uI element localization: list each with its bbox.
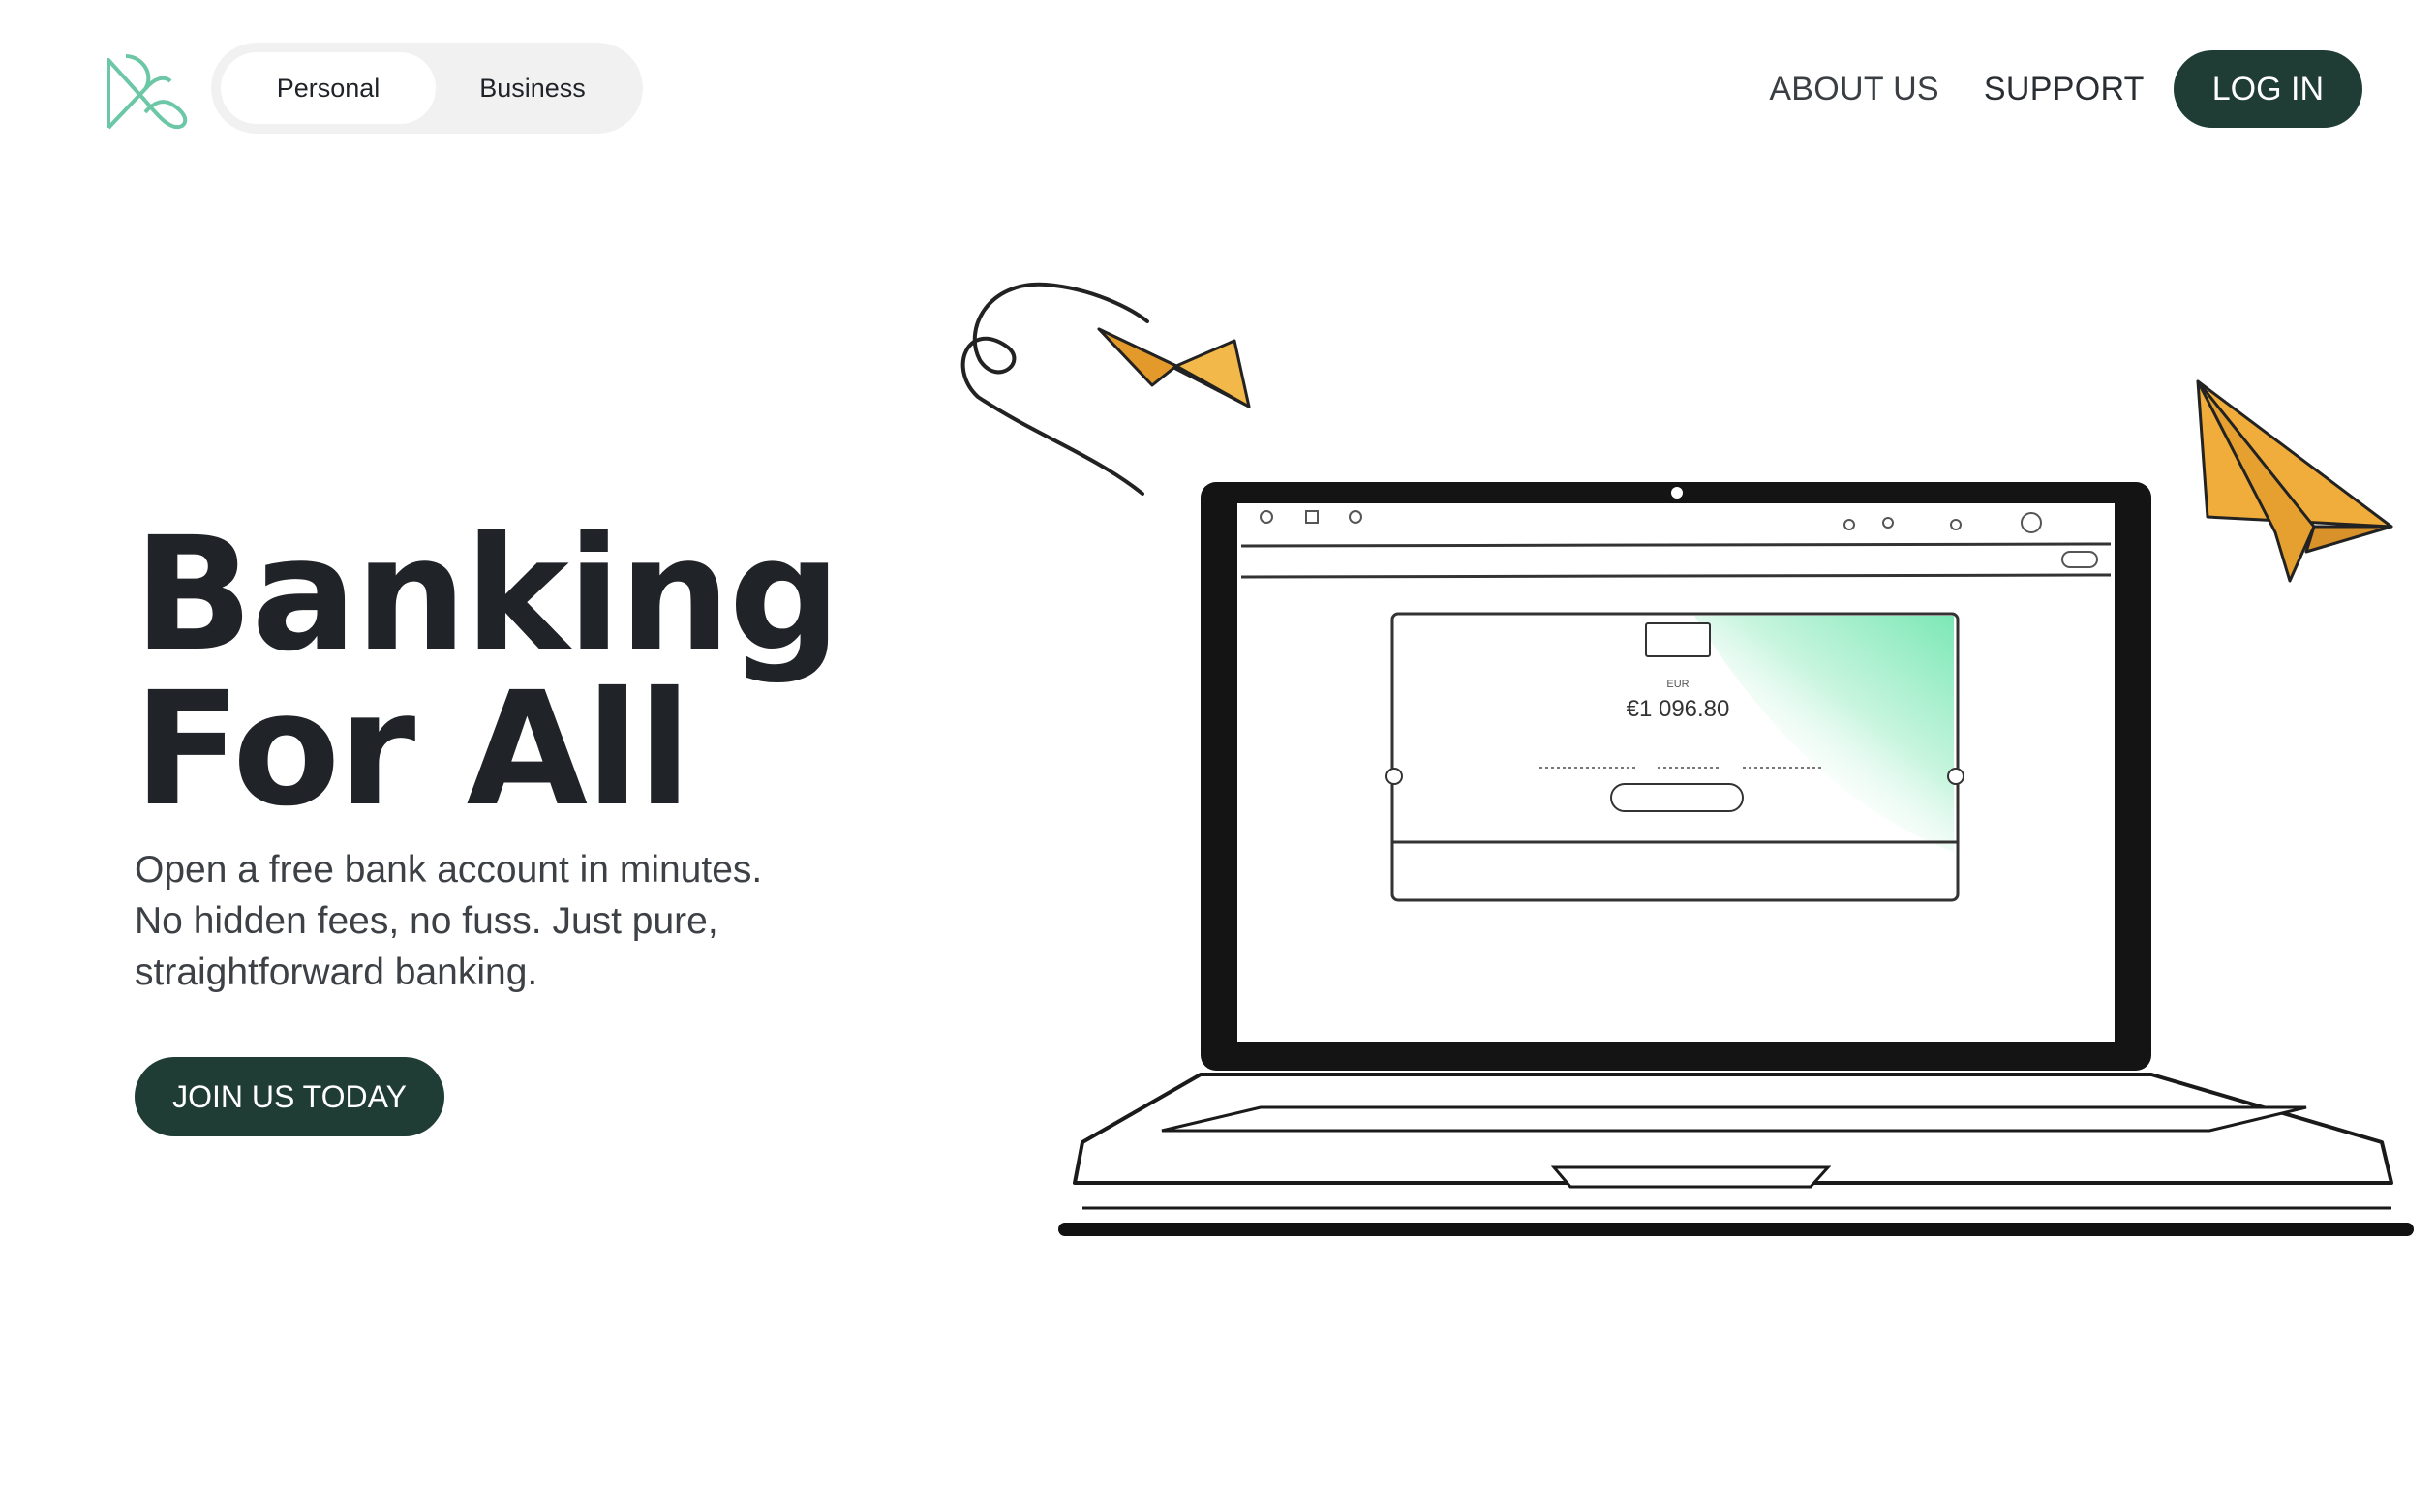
hero-subtitle: Open a free bank account in minutes. No …	[135, 844, 870, 998]
laptop-illustration: EUR €1 096.80	[959, 271, 2436, 1287]
screen-balance: €1 096.80	[1627, 696, 1730, 722]
business-tab[interactable]: Business	[436, 52, 629, 124]
paper-plane-small-icon	[960, 282, 1251, 496]
personal-tab[interactable]: Personal	[221, 52, 436, 124]
hero-subtitle-line-3: straightforward banking.	[135, 952, 538, 993]
login-button[interactable]: LOG IN	[2173, 50, 2362, 128]
paper-plane-large-icon	[2196, 379, 2393, 583]
brand-logo-icon[interactable]	[103, 50, 188, 136]
hero-title: Banking For All	[134, 504, 841, 841]
hero-title-line-2: For All	[134, 659, 691, 841]
hero-title-line-1: Banking	[134, 504, 841, 686]
account-type-toggle[interactable]: Personal Business	[211, 43, 643, 134]
about-us-link[interactable]: ABOUT US	[1769, 71, 1939, 108]
top-nav: ABOUT US SUPPORT LOG IN	[1769, 50, 2362, 128]
support-link[interactable]: SUPPORT	[1984, 71, 2145, 108]
join-us-button[interactable]: JOIN US TODAY	[135, 1057, 444, 1136]
hero-subtitle-line-1: Open a free bank account in minutes.	[135, 849, 763, 891]
screen-currency: EUR	[1666, 679, 1689, 690]
hero-subtitle-line-2: No hidden fees, no fuss. Just pure,	[135, 900, 718, 942]
